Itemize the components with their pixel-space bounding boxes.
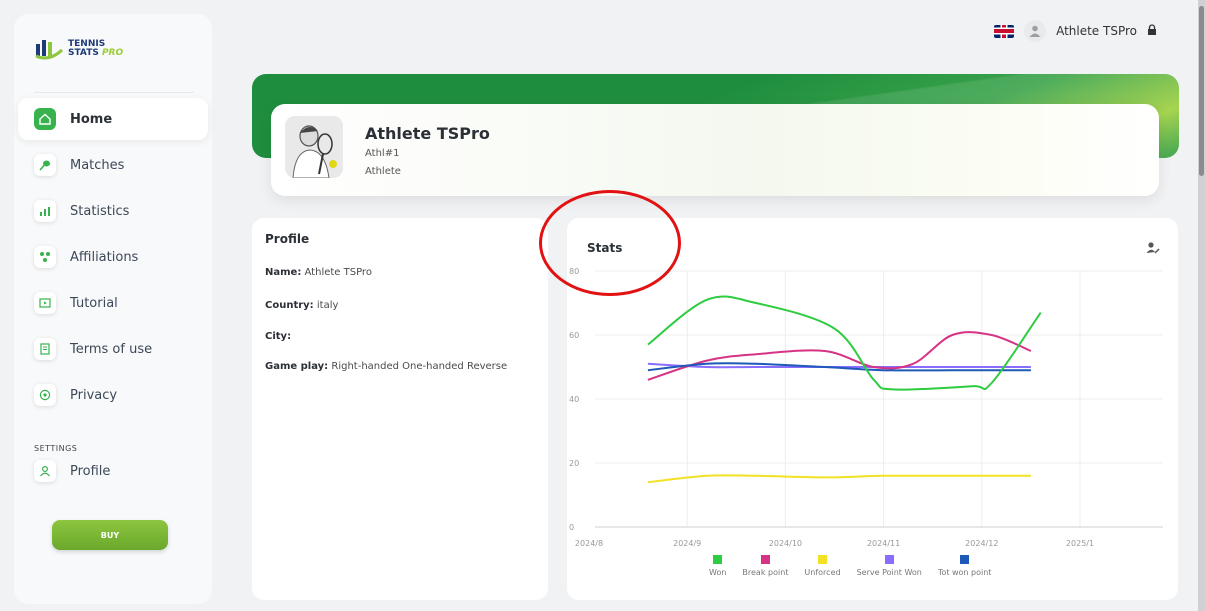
user-edit-icon[interactable] [1145,240,1161,256]
sidebar-item-label: Terms of use [70,341,153,357]
x-tick-label: 2024/12 [965,539,998,548]
legend-label: Break point [742,568,789,577]
buy-button[interactable]: BUY [52,520,168,550]
field-label: City: [265,331,292,342]
series-line-unforced [647,474,1031,484]
legend-item[interactable]: Break point [742,555,788,577]
lock-icon[interactable] [1147,24,1157,38]
field-label: Name: [265,267,302,278]
sidebar-item-profile[interactable]: Profile [18,450,208,492]
red-annotation-circle [539,190,681,296]
y-tick-label: 40 [569,395,579,404]
field-label: Country: [265,300,314,311]
sidebar-item-label: Affiliations [70,249,139,265]
x-tick-label: 2024/8 [575,539,603,548]
tutorial-icon [34,292,56,314]
user-avatar[interactable] [1024,20,1047,42]
profile-gameplay-field: Game play: Right-handed One-handed Rever… [265,360,525,374]
sidebar-item-label: Profile [70,463,111,479]
y-tick-label: 0 [569,523,574,532]
sidebar-item-privacy[interactable]: Privacy [18,374,208,416]
terms-icon [34,338,56,360]
athlete-name: Athlete TSPro [365,124,490,143]
legend-label: Serve Point Won [856,568,922,577]
x-tick-label: 2024/9 [673,539,701,548]
sidebar-item-matches[interactable]: Matches [18,144,208,186]
legend-swatch [713,555,723,564]
sidebar-item-label: Home [70,111,113,127]
legend-item[interactable]: Won [709,555,726,577]
logo-text: TENNIS STATS PRO [68,40,123,58]
legend-swatch [884,555,894,564]
athlete-id: Athl#1 [365,148,400,159]
logo-line-2: STATS [68,48,99,58]
legend-label: Won [709,568,727,577]
logo-icon [35,40,64,60]
athlete-avatar [285,116,343,178]
sidebar-item-affiliations[interactable]: Affiliations [18,236,208,278]
field-label: Game play: [265,361,329,372]
logo-line-3: PRO [101,48,124,58]
sidebar-item-tutorial[interactable]: Tutorial [18,282,208,324]
chart-legend: Won Break point Unforced Serve Point Won Tot… [709,555,991,577]
panel-title: Profile [265,232,310,246]
uk-flag-icon[interactable] [994,24,1015,38]
profile-city-field: City: [265,330,525,344]
privacy-icon [34,384,56,406]
sidebar-item-label: Tutorial [70,295,118,311]
field-value: Athlete TSPro [304,267,372,278]
divider [34,92,194,93]
sidebar-item-label: Statistics [70,203,130,219]
sidebar-item-home[interactable]: Home [18,98,208,140]
top-header: Athlete TSPro [994,20,1157,42]
header-username[interactable]: Athlete TSPro [1056,24,1137,38]
x-tick-label: 2024/10 [769,539,802,548]
sidebar-item-statistics[interactable]: Statistics [18,190,208,232]
y-tick-label: 60 [569,331,579,340]
user-icon [34,460,56,482]
series-line-break-point [647,331,1032,381]
racket-icon [34,154,56,176]
chart-icon [34,200,56,222]
legend-swatch [818,555,827,564]
y-tick-label: 20 [569,459,579,468]
legend-swatch [760,555,770,564]
x-tick-label: 2025/1 [1066,539,1094,548]
legend-label: Unforced [804,568,841,577]
legend-swatch [960,555,970,564]
home-icon [34,108,56,130]
sidebar-item-label: Privacy [70,387,118,403]
scrollbar-thumb[interactable] [1199,6,1204,176]
legend-item[interactable]: Unforced [804,555,841,577]
sidebar-item-label: Matches [70,157,125,173]
profile-country-field: Country: italy [265,299,525,313]
athlete-card: Athlete TSPro Athl#1 Athlete [271,104,1159,196]
legend-item[interactable]: Serve Point Won [857,555,922,577]
sidebar: TENNIS STATS PRO Home Matches Statistics… [14,14,212,604]
profile-panel: Profile Name: Athlete TSPro Country: ita… [252,218,548,600]
athlete-role: Athlete [365,166,401,177]
legend-item[interactable]: Tot won point [937,555,992,577]
legend-label: Tot won point [937,568,992,577]
field-value: Right-handed One-handed Reverse [331,361,508,372]
profile-name-field: Name: Athlete TSPro [265,266,525,280]
app-logo[interactable]: TENNIS STATS PRO [34,38,123,60]
x-tick-label: 2024/11 [867,539,900,548]
affiliations-icon [34,246,56,268]
field-value: italy [316,300,339,311]
sidebar-item-terms[interactable]: Terms of use [18,328,208,370]
